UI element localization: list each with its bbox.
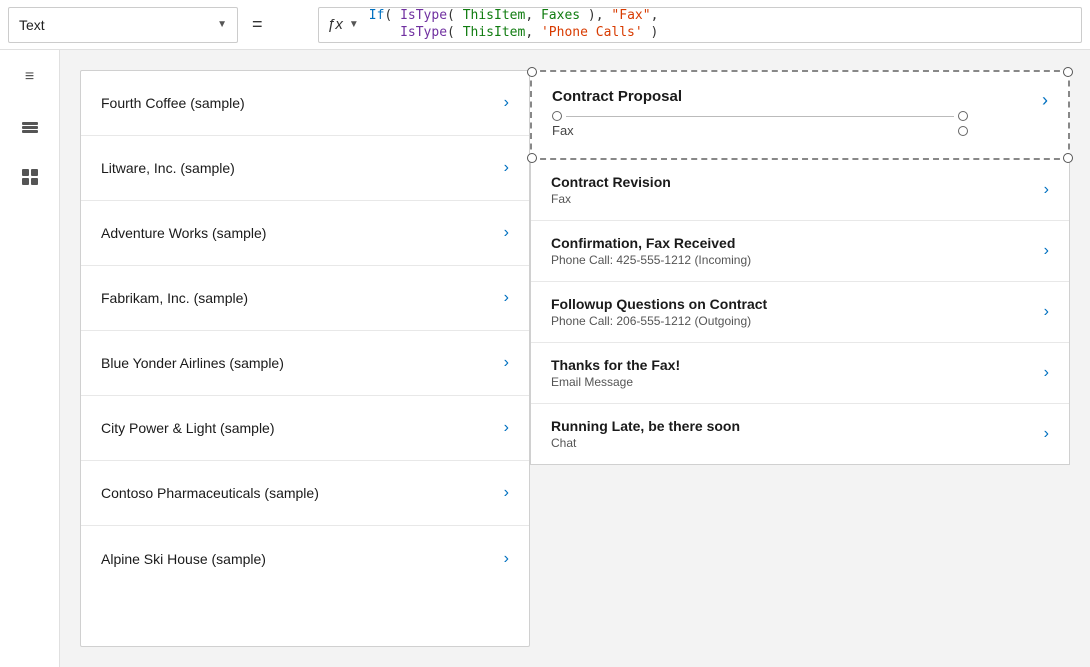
resize-handle-left[interactable] [552,111,562,121]
property-selector-label: Text [19,17,209,33]
selected-item-subtitle: Fax [552,123,574,138]
resize-handle-right2[interactable] [958,126,968,136]
detail-row[interactable]: Confirmation, Fax Received Phone Call: 4… [531,221,1069,282]
list-item-chevron: › [504,159,509,177]
corner-handle-bl[interactable] [527,153,537,163]
list-item[interactable]: Alpine Ski House (sample) › [81,526,529,591]
detail-row-subtitle: Chat [551,436,740,450]
list-item[interactable]: Contoso Pharmaceuticals (sample) › [81,461,529,526]
detail-row-title: Contract Revision [551,174,671,190]
top-bar: Text ▼ = ƒx ▼ If( IsType( ThisItem, Faxe… [0,0,1090,50]
selected-detail-card[interactable]: Contract Proposal Fax › [530,70,1070,160]
list-item-chevron: › [504,289,509,307]
detail-row[interactable]: Contract Revision Fax › [531,160,1069,221]
fx-chevron-icon: ▼ [349,19,359,30]
property-selector-chevron: ▼ [217,19,227,30]
corner-handle-br[interactable] [1063,153,1073,163]
detail-row[interactable]: Thanks for the Fax! Email Message › [531,343,1069,404]
detail-row-subtitle: Phone Call: 206-555-1212 (Outgoing) [551,314,767,328]
detail-row-chevron: › [1044,303,1049,321]
equals-sign: = [246,14,269,35]
detail-row-title: Followup Questions on Contract [551,296,767,312]
detail-row-subtitle: Fax [551,192,671,206]
detail-row-content: Contract Revision Fax [551,174,671,206]
selected-item-chevron[interactable]: › [1042,90,1048,111]
list-item-label: Fourth Coffee (sample) [101,95,245,111]
right-panel: Contract Proposal Fax › [530,70,1070,647]
detail-row-title: Thanks for the Fax! [551,357,680,373]
detail-row-content: Running Late, be there soon Chat [551,418,740,450]
property-selector[interactable]: Text ▼ [8,7,238,43]
detail-row-chevron: › [1044,181,1049,199]
detail-row[interactable]: Followup Questions on Contract Phone Cal… [531,282,1069,343]
list-item-chevron: › [504,354,509,372]
selected-item-title: Contract Proposal [552,88,968,105]
sidebar: ≡ [0,50,60,667]
list-item-label: Fabrikam, Inc. (sample) [101,290,248,306]
detail-row-content: Followup Questions on Contract Phone Cal… [551,296,767,328]
list-item[interactable]: Fourth Coffee (sample) › [81,71,529,136]
list-item-chevron: › [504,550,509,568]
list-item-label: Litware, Inc. (sample) [101,160,235,176]
fx-symbol: ƒx [327,16,343,33]
corner-handle-tl[interactable] [527,67,537,77]
detail-row-subtitle: Phone Call: 425-555-1212 (Incoming) [551,253,751,267]
formula-bar[interactable]: ƒx ▼ If( IsType( ThisItem, Faxes ), "Fax… [318,7,1082,43]
detail-row-title: Running Late, be there soon [551,418,740,434]
list-item-label: Adventure Works (sample) [101,225,266,241]
list-item-label: Blue Yonder Airlines (sample) [101,355,284,371]
detail-row-chevron: › [1044,425,1049,443]
list-item[interactable]: City Power & Light (sample) › [81,396,529,461]
grid-icon[interactable] [15,162,45,192]
line-handle [566,116,954,117]
detail-row-subtitle: Email Message [551,375,680,389]
formula-code: If( IsType( ThisItem, Faxes ), "Fax", Is… [369,8,659,42]
detail-row[interactable]: Running Late, be there soon Chat › [531,404,1069,464]
list-item[interactable]: Blue Yonder Airlines (sample) › [81,331,529,396]
layers-icon[interactable] [15,112,45,142]
list-item-label: City Power & Light (sample) [101,420,275,436]
list-item-label: Contoso Pharmaceuticals (sample) [101,485,319,501]
hamburger-menu-icon[interactable]: ≡ [15,62,45,92]
detail-row-chevron: › [1044,242,1049,260]
main-area: ≡ Fourth Coffee (sample) › [0,50,1090,667]
detail-row-title: Confirmation, Fax Received [551,235,751,251]
list-item[interactable]: Adventure Works (sample) › [81,201,529,266]
formula-bar-left: Text ▼ = [8,7,318,43]
detail-row-chevron: › [1044,364,1049,382]
content-area: Fourth Coffee (sample) › Litware, Inc. (… [60,50,1090,667]
list-item-label: Alpine Ski House (sample) [101,551,266,567]
detail-row-content: Thanks for the Fax! Email Message [551,357,680,389]
resize-handle-right[interactable] [958,111,968,121]
list-item-chevron: › [504,224,509,242]
corner-handle-tr[interactable] [1063,67,1073,77]
detail-row-content: Confirmation, Fax Received Phone Call: 4… [551,235,751,267]
list-item[interactable]: Litware, Inc. (sample) › [81,136,529,201]
list-item[interactable]: Fabrikam, Inc. (sample) › [81,266,529,331]
list-item-chevron: › [504,419,509,437]
list-item-chevron: › [504,94,509,112]
left-panel: Fourth Coffee (sample) › Litware, Inc. (… [80,70,530,647]
detail-list: Contract Revision Fax › Confirmation, Fa… [530,160,1070,465]
list-item-chevron: › [504,484,509,502]
